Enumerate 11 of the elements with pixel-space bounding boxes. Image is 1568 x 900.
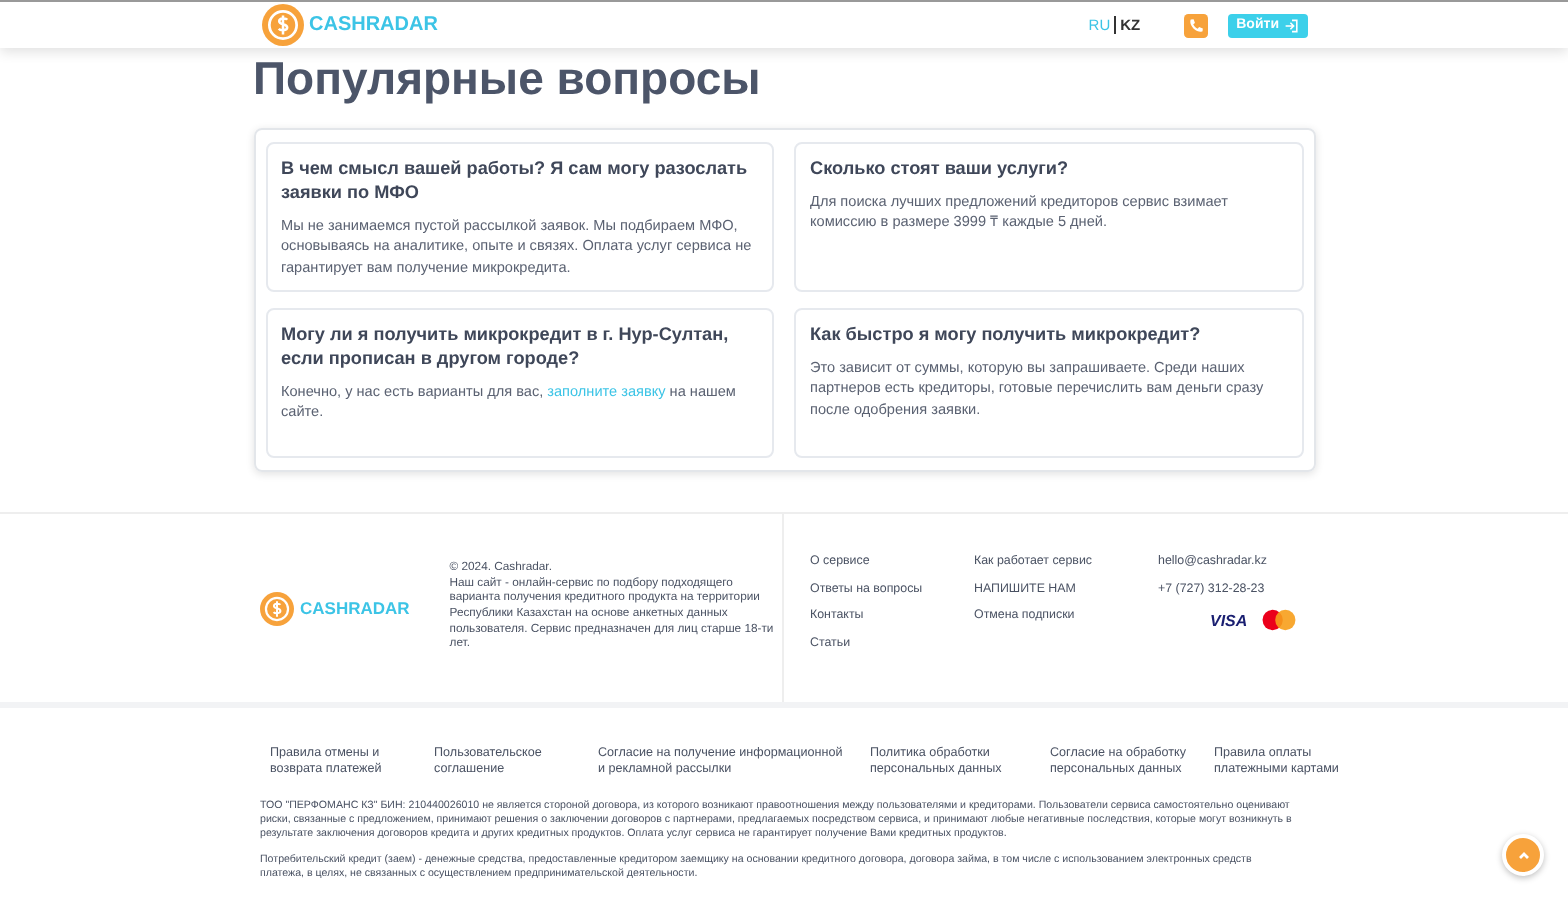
scroll-top-button[interactable] (1502, 834, 1544, 876)
faq-question: Сколько стоят ваши услуги? (810, 156, 1071, 180)
mastercard-icon (1259, 608, 1298, 632)
login-icon (1283, 17, 1299, 33)
faq-question: Как быстро я могу получить микрокредит? (810, 322, 1203, 346)
faq-question: В чем смысл вашей работы? Я сам могу разослать заявки по МФО (281, 156, 750, 204)
faq-question: Могу ли я получить микрокредит в г. Нур-Султан, если прописан в другом городе? (281, 322, 731, 370)
visa-logo: VISA (1210, 611, 1248, 629)
page-title: Популярные вопросы (253, 52, 763, 106)
coin-logo-icon (260, 591, 294, 625)
phone-icon[interactable] (1184, 13, 1209, 37)
